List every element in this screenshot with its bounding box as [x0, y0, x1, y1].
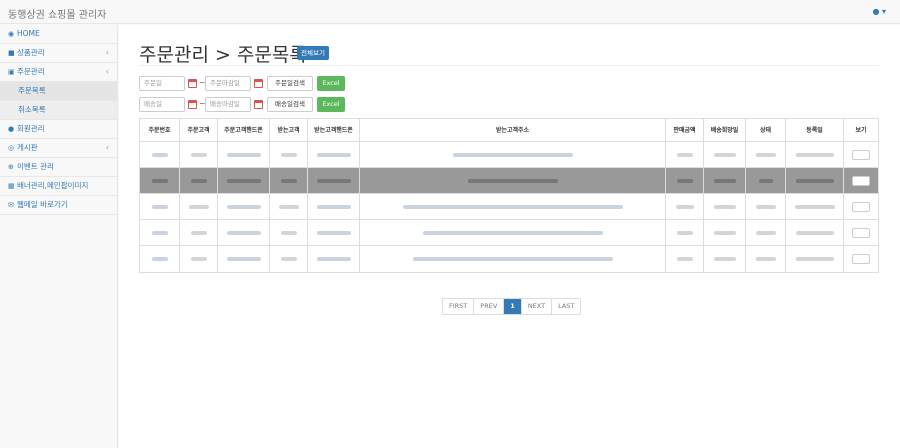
- sidebar-item-webmail[interactable]: ✉ 웹메일 바로가기: [0, 196, 117, 215]
- users-icon: ●: [8, 125, 15, 133]
- col-view: 보기: [855, 127, 867, 134]
- caret-down-icon: ▾: [881, 7, 886, 16]
- sidebar-item-label: 주문관리: [17, 67, 45, 76]
- sidebar-item-events[interactable]: ⊕ 이벤트 관리: [0, 158, 117, 177]
- user-menu[interactable]: ● ▾: [872, 7, 886, 16]
- sidebar-item-label: HOME: [17, 29, 40, 38]
- ship-end-input[interactable]: 배송마감일: [205, 97, 251, 112]
- table-row[interactable]: [140, 220, 878, 246]
- sidebar-item-products[interactable]: ■ 상품관리 ‹: [0, 44, 117, 63]
- main-content: 주문관리 > 주문목록 전체보기 주문일 ~ 주문마감일 주문일검색 Excel…: [119, 25, 900, 448]
- calendar-icon[interactable]: [254, 100, 263, 109]
- page-prev[interactable]: PREV: [474, 299, 505, 314]
- col-receiver: 받는고객: [270, 119, 308, 141]
- col-receiver-address: 받는고객주소: [360, 119, 666, 141]
- app-title[interactable]: 동행상권 쇼핑몰 관리자: [8, 6, 106, 21]
- order-end-input[interactable]: 주문마감일: [205, 76, 251, 91]
- col-customer-phone: 주문고객핸드폰: [218, 119, 270, 141]
- view-all-button[interactable]: 전체보기: [297, 46, 329, 60]
- col-registered: 등록일: [786, 119, 844, 141]
- view-button[interactable]: [852, 201, 870, 212]
- sidebar-item-label: 게시판: [17, 143, 38, 152]
- chevron-left-icon: ‹: [105, 143, 109, 152]
- view-button[interactable]: [852, 253, 870, 264]
- sidebar-item-label: 회원관리: [17, 124, 45, 133]
- ship-start-input[interactable]: 배송일: [139, 97, 185, 112]
- sidebar-item-label: 배너관리,메인팝이미지: [17, 181, 89, 190]
- table-row[interactable]: [140, 246, 878, 272]
- col-receiver-phone: 받는고객핸드폰: [308, 119, 360, 141]
- sidebar-item-label: 취소목록: [18, 105, 46, 114]
- table-row[interactable]: [140, 194, 878, 220]
- calendar-icon[interactable]: [188, 100, 197, 109]
- divider: [139, 65, 879, 66]
- sidebar-item-members[interactable]: ● 회원관리: [0, 120, 117, 139]
- sidebar: ◉ HOME ■ 상품관리 ‹ ▣ 주문관리 ‹ 주문목록 취소목록 ● 회원관리 ◎ 게시판…: [0, 25, 118, 448]
- view-button[interactable]: [852, 227, 870, 238]
- dashboard-icon: ◉: [8, 30, 15, 38]
- sidebar-item-label: 이벤트 관리: [17, 162, 54, 171]
- order-date-search-button[interactable]: 주문일검색: [267, 76, 313, 91]
- page-next[interactable]: NEXT: [521, 299, 553, 314]
- page-title: 주문관리 > 주문목록: [139, 44, 307, 66]
- compass-icon: ◎: [8, 144, 15, 152]
- order-excel-button[interactable]: Excel: [317, 76, 345, 91]
- col-order-no: 주문번호: [140, 119, 180, 141]
- picture-icon: ▦: [8, 182, 15, 190]
- chevron-down-icon: ‹: [105, 67, 109, 76]
- orders-table: 주문번호 주문고객 주문고객핸드폰 받는고객 받는고객핸드폰 받는고객주소 판매…: [139, 118, 879, 273]
- sidebar-item-banners[interactable]: ▦ 배너관리,메인팝이미지: [0, 177, 117, 196]
- cart-icon: ▣: [8, 68, 15, 76]
- page-first[interactable]: FIRST: [443, 299, 475, 314]
- view-button[interactable]: [852, 175, 870, 186]
- pagination: FIRST PREV 1 NEXT LAST: [442, 298, 582, 315]
- col-customer: 주문고객: [180, 119, 218, 141]
- calendar-icon[interactable]: [254, 79, 263, 88]
- order-start-input[interactable]: 주문일: [139, 76, 185, 91]
- col-status: 상태: [746, 119, 786, 141]
- plus-circle-icon: ⊕: [8, 163, 14, 171]
- sidebar-item-label: 주문목록: [18, 86, 46, 95]
- user-icon: ●: [872, 7, 880, 16]
- calendar-icon[interactable]: [188, 79, 197, 88]
- sidebar-item-home[interactable]: ◉ HOME: [0, 25, 117, 44]
- col-sale-amount: 판매금액: [666, 119, 704, 141]
- top-navbar: 동행상권 쇼핑몰 관리자 ● ▾: [0, 0, 900, 24]
- table-header: 주문번호 주문고객 주문고객핸드폰 받는고객 받는고객핸드폰 받는고객주소 판매…: [140, 119, 878, 142]
- page-last[interactable]: LAST: [552, 299, 581, 314]
- sidebar-item-label: 웹메일 바로가기: [17, 200, 68, 209]
- sidebar-item-board[interactable]: ◎ 게시판 ‹: [0, 139, 117, 158]
- ship-date-search-button[interactable]: 배송일검색: [267, 97, 313, 112]
- table-row[interactable]: [140, 142, 878, 168]
- table-row[interactable]: [140, 168, 878, 194]
- envelope-icon: ✉: [8, 201, 14, 209]
- ship-excel-button[interactable]: Excel: [317, 97, 345, 112]
- col-delivery-date: 배송희망일: [704, 119, 746, 141]
- sidebar-item-cancel-list[interactable]: 취소목록: [0, 101, 117, 120]
- sidebar-item-orders[interactable]: ▣ 주문관리 ‹: [0, 63, 117, 82]
- gift-icon: ■: [8, 49, 15, 57]
- page-current[interactable]: 1: [504, 299, 522, 314]
- view-button[interactable]: [852, 149, 870, 160]
- chevron-left-icon: ‹: [105, 48, 109, 57]
- sidebar-item-label: 상품관리: [17, 48, 45, 57]
- sidebar-item-order-list[interactable]: 주문목록: [0, 82, 117, 101]
